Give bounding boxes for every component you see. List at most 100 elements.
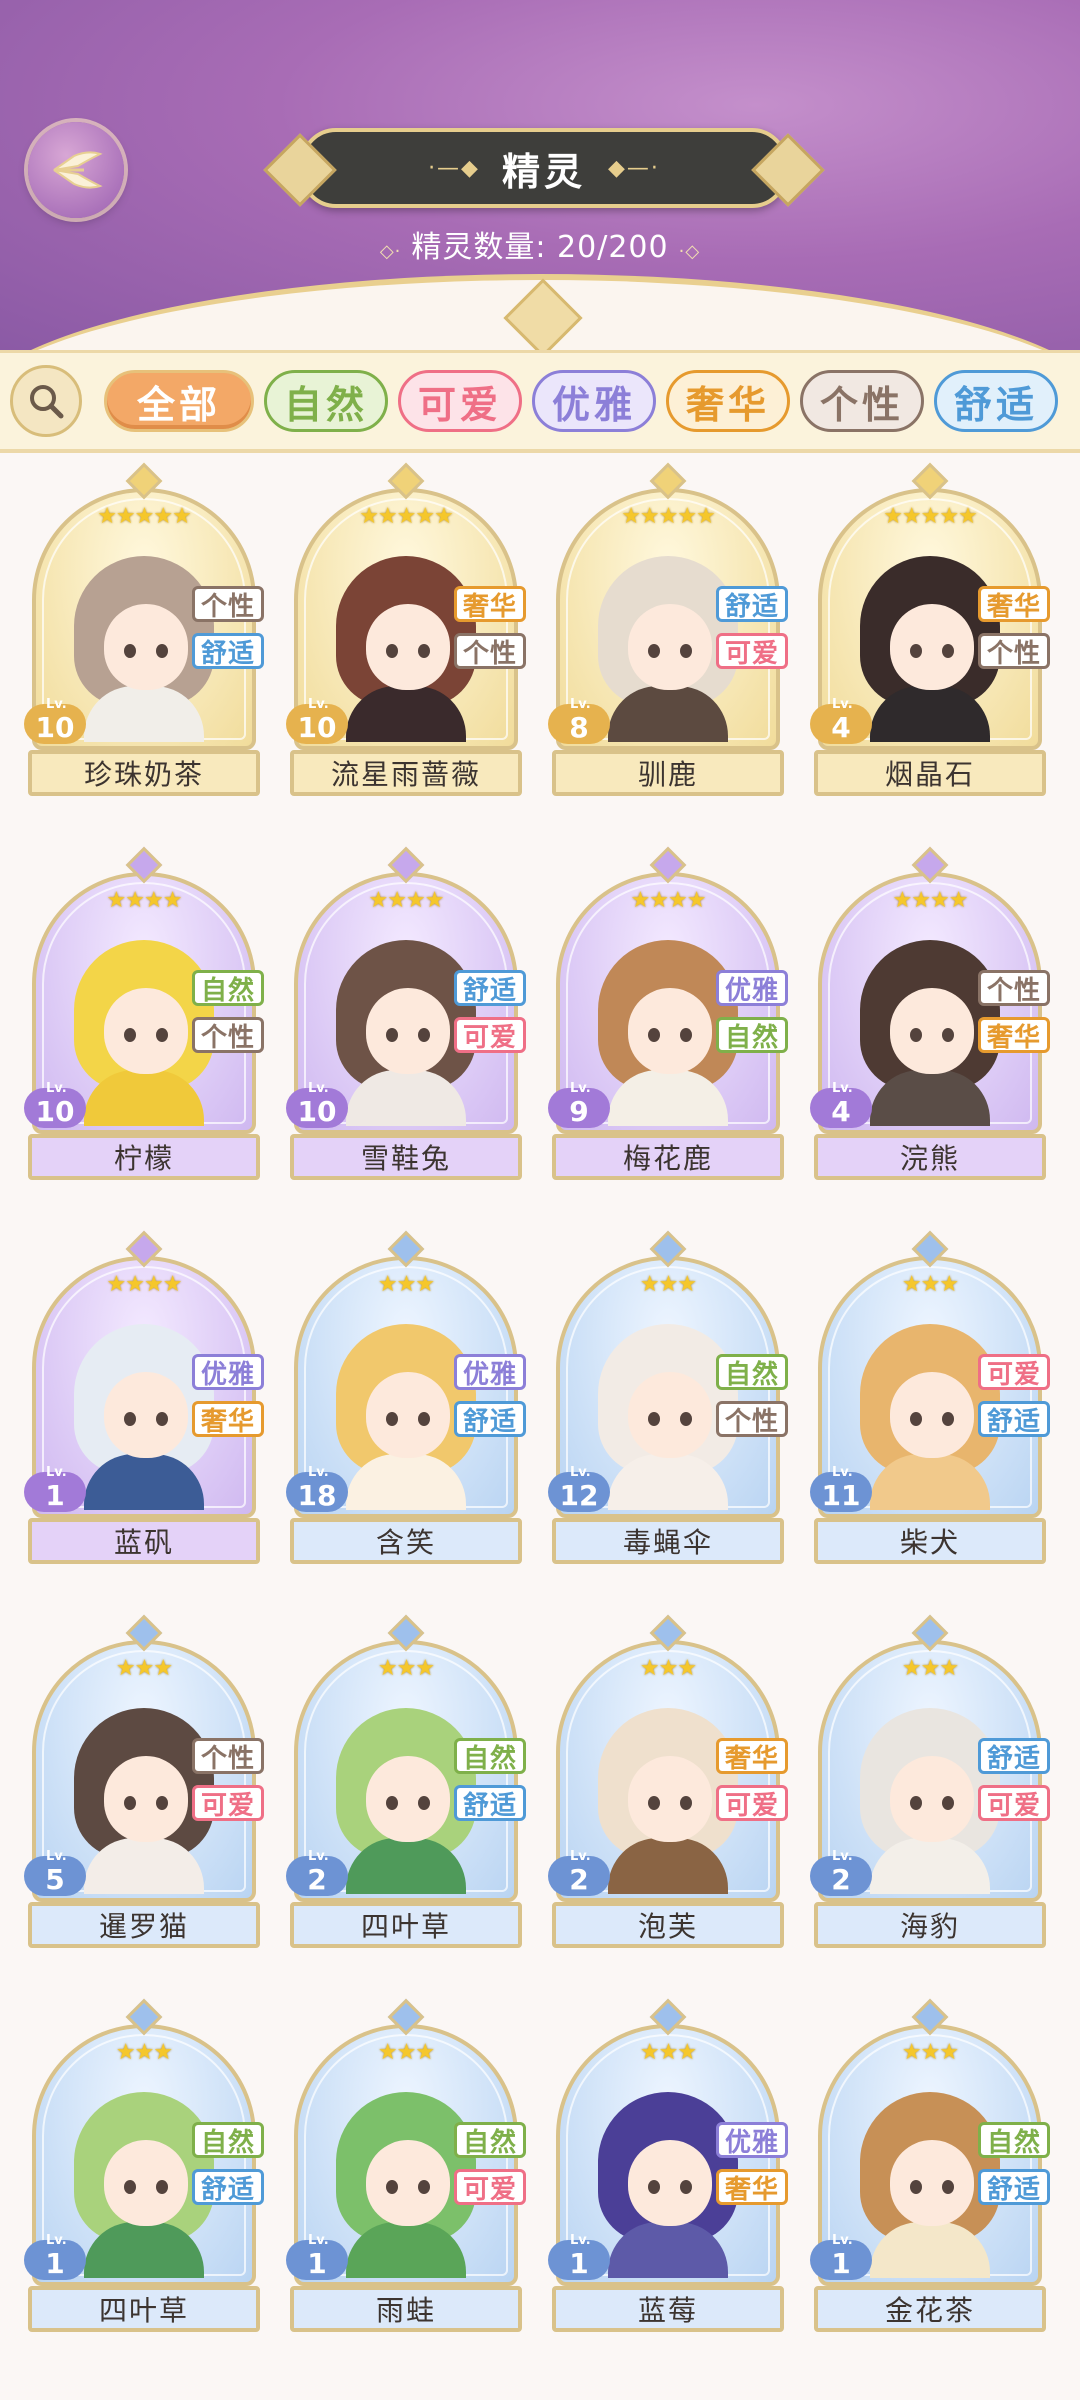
- trait-badge: 自然: [192, 970, 264, 1006]
- trait-badge: 自然: [454, 1738, 526, 1774]
- spirit-name: 珍珠奶茶: [28, 750, 260, 796]
- spirit-card[interactable]: ★★★★★ 奢华 个性 Lv. 10 流星雨蔷薇: [286, 462, 526, 796]
- header-crest: [503, 278, 583, 350]
- trait-badge: 可爱: [978, 1785, 1050, 1821]
- spirit-name: 海豹: [814, 1902, 1046, 1948]
- trait-badge: 个性: [454, 633, 526, 669]
- spirit-card[interactable]: ★★★ 自然 可爱 Lv. 1 雨蛙: [286, 1998, 526, 2332]
- search-icon: [30, 385, 64, 419]
- rarity-stars: ★★★: [377, 1272, 435, 1297]
- trait-badge: 自然: [716, 1354, 788, 1390]
- tab-filter[interactable]: 奢华: [666, 370, 790, 432]
- level-prefix: Lv.: [832, 1465, 853, 1480]
- title-plate: ·—◆ 精灵 ◆—·: [263, 128, 825, 208]
- level-prefix: Lv.: [570, 1081, 591, 1096]
- trait-badge: 可爱: [454, 1017, 526, 1053]
- spirit-card[interactable]: ★★★★ 自然 个性 Lv. 10 柠檬: [24, 846, 264, 1180]
- spirit-card[interactable]: ★★★ 自然 个性 Lv. 12 毒蝇伞: [548, 1230, 788, 1564]
- level-prefix: Lv.: [46, 1849, 67, 1864]
- spirit-count: ◇· 精灵数量: 20/200 ·◇: [379, 230, 701, 265]
- spirit-card[interactable]: ★★★ 舒适 可爱 Lv. 2 海豹: [810, 1614, 1050, 1948]
- trait-badge: 自然: [454, 2122, 526, 2158]
- rarity-stars: ★★★: [639, 1272, 697, 1297]
- level-prefix: Lv.: [308, 2233, 329, 2248]
- trait-badge: 个性: [192, 1738, 264, 1774]
- tab-filter[interactable]: 优雅: [532, 370, 656, 432]
- spirit-card[interactable]: ★★★★ 个性 奢华 Lv. 4 浣熊: [810, 846, 1050, 1180]
- trait-badge: 自然: [716, 1017, 788, 1053]
- spirit-name: 四叶草: [28, 2286, 260, 2332]
- spirit-card[interactable]: ★★★ 自然 舒适 Lv. 1 四叶草: [24, 1998, 264, 2332]
- spirit-name: 四叶草: [290, 1902, 522, 1948]
- rarity-stars: ★★★★★: [359, 504, 454, 529]
- tab-filter[interactable]: 全部: [104, 370, 254, 432]
- spirit-name: 流星雨蔷薇: [290, 750, 522, 796]
- trait-badge: 舒适: [454, 970, 526, 1006]
- tab-filter[interactable]: 个性: [800, 370, 924, 432]
- trait-badge: 个性: [192, 1017, 264, 1053]
- rarity-stars: ★★★★★: [621, 504, 716, 529]
- tab-filter[interactable]: 可爱: [398, 370, 522, 432]
- rarity-stars: ★★★: [377, 1656, 435, 1681]
- rarity-stars: ★★★★: [368, 888, 445, 913]
- spirit-grid: ★★★★★ 个性 舒适 Lv. 10 珍珠奶茶 ★★★★★ 奢华 个性 Lv. 10 流星雨蔷薇 ★★★…: [24, 462, 1052, 2332]
- spirit-card[interactable]: ★★★★★ 舒适 可爱 Lv. 8 驯鹿: [548, 462, 788, 796]
- trait-badge: 舒适: [978, 1401, 1050, 1437]
- level-prefix: Lv.: [832, 2233, 853, 2248]
- rarity-stars: ★★★: [377, 2040, 435, 2065]
- rarity-stars: ★★★★★: [883, 504, 978, 529]
- trait-badge: 舒适: [192, 633, 264, 669]
- title-ornament-right: ◆—·: [608, 155, 660, 181]
- spirit-card[interactable]: ★★★ 奢华 可爱 Lv. 2 泡芙: [548, 1614, 788, 1948]
- spirit-name: 梅花鹿: [552, 1134, 784, 1180]
- search-button[interactable]: [10, 365, 82, 437]
- trait-badge: 舒适: [454, 1785, 526, 1821]
- tab-filter[interactable]: 舒适: [934, 370, 1058, 432]
- spirit-card[interactable]: ★★★ 可爱 舒适 Lv. 11 柴犬: [810, 1230, 1050, 1564]
- spirit-card[interactable]: ★★★ 个性 可爱 Lv. 5 暹罗猫: [24, 1614, 264, 1948]
- trait-badge: 奢华: [716, 2169, 788, 2205]
- spirit-name: 暹罗猫: [28, 1902, 260, 1948]
- rarity-stars: ★★★: [115, 2040, 173, 2065]
- spirit-card[interactable]: ★★★★★ 奢华 个性 Lv. 4 烟晶石: [810, 462, 1050, 796]
- trait-badge: 优雅: [454, 1354, 526, 1390]
- level-prefix: Lv.: [570, 1849, 591, 1864]
- level-prefix: Lv.: [308, 1081, 329, 1096]
- level-prefix: Lv.: [308, 1465, 329, 1480]
- spirit-card[interactable]: ★★★ 自然 舒适 Lv. 2 四叶草: [286, 1614, 526, 1948]
- spirit-card[interactable]: ★★★ 自然 舒适 Lv. 1 金花茶: [810, 1998, 1050, 2332]
- trait-badge: 奢华: [978, 586, 1050, 622]
- level-prefix: Lv.: [832, 697, 853, 712]
- rarity-stars: ★★★: [639, 1656, 697, 1681]
- rarity-stars: ★★★: [901, 1272, 959, 1297]
- back-button[interactable]: [28, 122, 124, 218]
- filter-bar: 全部 自然 可爱 优雅 奢华 个性 舒适: [0, 350, 1080, 453]
- level-prefix: Lv.: [308, 1849, 329, 1864]
- spirit-name: 泡芙: [552, 1902, 784, 1948]
- spirit-name: 柴犬: [814, 1518, 1046, 1564]
- level-prefix: Lv.: [46, 2233, 67, 2248]
- trait-badge: 优雅: [192, 1354, 264, 1390]
- level-prefix: Lv.: [46, 1465, 67, 1480]
- spirit-name: 烟晶石: [814, 750, 1046, 796]
- spirit-card[interactable]: ★★★★ 优雅 奢华 Lv. 1 蓝矾: [24, 1230, 264, 1564]
- spirit-card[interactable]: ★★★★★ 个性 舒适 Lv. 10 珍珠奶茶: [24, 462, 264, 796]
- spirit-name: 含笑: [290, 1518, 522, 1564]
- trait-badge: 舒适: [978, 1738, 1050, 1774]
- level-prefix: Lv.: [570, 1465, 591, 1480]
- tab-filter[interactable]: 自然: [264, 370, 388, 432]
- spirit-name: 毒蝇伞: [552, 1518, 784, 1564]
- trait-badge: 舒适: [716, 586, 788, 622]
- spirit-card[interactable]: ★★★★ 舒适 可爱 Lv. 10 雪鞋兔: [286, 846, 526, 1180]
- trait-badge: 可爱: [192, 1785, 264, 1821]
- header-banner: ·—◆ 精灵 ◆—· ◇· 精灵数量: 20/200 ·◇: [0, 0, 1080, 350]
- trait-badge: 个性: [978, 633, 1050, 669]
- spirit-card[interactable]: ★★★ 优雅 奢华 Lv. 1 蓝莓: [548, 1998, 788, 2332]
- trait-badge: 可爱: [716, 1785, 788, 1821]
- spirit-name: 雪鞋兔: [290, 1134, 522, 1180]
- trait-badge: 自然: [978, 2122, 1050, 2158]
- spirit-card[interactable]: ★★★★ 优雅 自然 Lv. 9 梅花鹿: [548, 846, 788, 1180]
- trait-badge: 奢华: [716, 1738, 788, 1774]
- spirit-name: 雨蛙: [290, 2286, 522, 2332]
- spirit-card[interactable]: ★★★ 优雅 舒适 Lv. 18 含笑: [286, 1230, 526, 1564]
